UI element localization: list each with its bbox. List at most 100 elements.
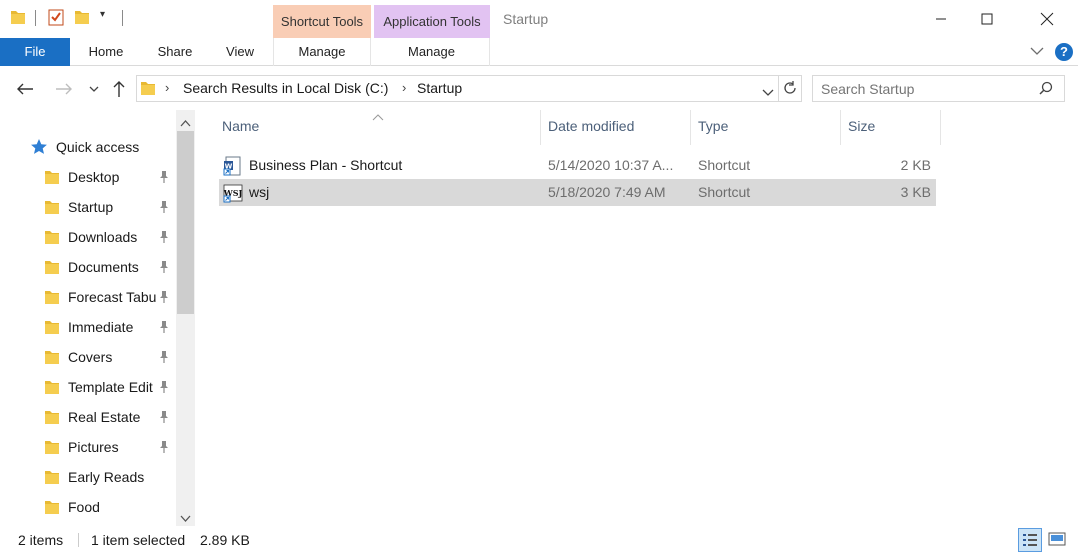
minimize-button[interactable] <box>918 0 964 38</box>
column-header-type[interactable]: Type <box>698 118 728 134</box>
breadcrumb-startup[interactable]: Startup <box>417 80 462 96</box>
tab-home[interactable]: Home <box>84 38 128 66</box>
pin-icon[interactable] <box>158 170 170 184</box>
nav-item[interactable]: Covers <box>30 342 176 372</box>
up-arrow-icon <box>112 80 126 98</box>
pin-icon[interactable] <box>158 410 170 424</box>
details-view-button[interactable] <box>1018 528 1042 552</box>
status-item-count: 2 items <box>18 532 63 548</box>
shortcut-tools-context: Shortcut Tools <box>273 5 371 38</box>
nav-item[interactable]: Startup <box>30 192 176 222</box>
column-header-date[interactable]: Date modified <box>548 118 634 134</box>
close-button[interactable] <box>1024 0 1070 38</box>
search-input[interactable] <box>821 80 1031 98</box>
nav-item-label: Downloads <box>68 229 158 245</box>
nav-item[interactable]: Downloads <box>30 222 176 252</box>
pin-icon[interactable] <box>158 350 170 364</box>
large-icons-view-button[interactable] <box>1046 528 1070 552</box>
tab-manage-application[interactable]: Manage <box>374 38 490 66</box>
file-name: wsj <box>249 184 269 200</box>
pin-icon[interactable] <box>158 320 170 334</box>
nav-item[interactable]: Pictures <box>30 432 176 462</box>
star-icon <box>30 138 48 156</box>
breadcrumb-separator-icon[interactable]: › <box>402 80 406 95</box>
forward-button[interactable] <box>52 78 76 100</box>
nav-item[interactable]: Forecast Tabu <box>30 282 176 312</box>
scroll-down-button[interactable] <box>180 510 191 526</box>
pin-icon[interactable] <box>158 440 170 454</box>
search-box[interactable] <box>812 75 1065 102</box>
folder-icon <box>44 379 60 395</box>
file-date: 5/18/2020 7:49 AM <box>548 184 666 200</box>
nav-item[interactable]: Food <box>30 492 176 522</box>
nav-item[interactable]: Early Reads <box>30 462 176 492</box>
nav-item[interactable]: Real Estate <box>30 402 176 432</box>
sort-ascending-icon <box>372 108 384 124</box>
column-header-name[interactable]: Name <box>222 118 259 134</box>
column-header-size[interactable]: Size <box>848 118 875 134</box>
nav-item[interactable]: Template Edit <box>30 372 176 402</box>
column-divider[interactable] <box>840 110 841 145</box>
folder-icon <box>44 409 60 425</box>
tab-manage-shortcut[interactable]: Manage <box>273 38 371 66</box>
folder-icon <box>44 229 60 245</box>
nav-item-label: Startup <box>68 199 158 215</box>
folder-icon <box>44 169 60 185</box>
maximize-button[interactable] <box>964 0 1010 38</box>
expand-ribbon-icon[interactable] <box>1030 45 1044 59</box>
breadcrumb-search-results[interactable]: Search Results in Local Disk (C:) <box>183 80 388 96</box>
status-selection: 1 item selected <box>91 532 185 548</box>
details-view-icon <box>1019 529 1041 551</box>
tab-share[interactable]: Share <box>153 38 197 66</box>
chevron-up-icon <box>180 119 191 127</box>
nav-item[interactable]: Desktop <box>30 162 176 192</box>
new-folder-icon[interactable] <box>74 8 90 26</box>
recent-locations-button[interactable] <box>82 78 106 100</box>
properties-icon[interactable] <box>48 8 64 26</box>
file-date: 5/14/2020 10:37 A... <box>548 157 673 173</box>
nav-item-label: Template Edit <box>68 379 158 395</box>
file-row[interactable]: W Business Plan - Shortcut 5/14/2020 10:… <box>219 152 936 179</box>
nav-item-label: Early Reads <box>68 469 158 485</box>
back-arrow-icon <box>16 82 34 96</box>
minimize-icon <box>935 13 947 25</box>
customize-qat-icon[interactable]: ▾ <box>100 9 105 20</box>
nav-item[interactable]: Documents <box>30 252 176 282</box>
column-divider[interactable] <box>940 110 941 145</box>
up-button[interactable] <box>107 78 131 100</box>
nav-item[interactable]: Immediate <box>30 312 176 342</box>
file-size: 2 KB <box>901 157 931 173</box>
tab-view[interactable]: View <box>220 38 260 66</box>
application-tools-context: Application Tools <box>374 5 490 38</box>
file-type: Shortcut <box>698 157 750 173</box>
file-row[interactable]: WSJ wsj 5/18/2020 7:49 AM Shortcut 3 KB <box>219 179 936 206</box>
word-shortcut-icon: W <box>223 156 243 176</box>
pin-icon[interactable] <box>158 290 170 304</box>
folder-icon <box>44 259 60 275</box>
tab-manage-label: Manage <box>274 38 370 66</box>
file-name: Business Plan - Shortcut <box>249 157 402 173</box>
column-divider[interactable] <box>540 110 541 145</box>
pin-icon[interactable] <box>158 380 170 394</box>
refresh-button[interactable] <box>782 80 798 99</box>
nav-quick-access[interactable]: Quick access <box>30 132 139 162</box>
nav-item-label: Pictures <box>68 439 158 455</box>
help-icon[interactable]: ? <box>1055 43 1073 61</box>
pin-icon[interactable] <box>158 260 170 274</box>
column-divider[interactable] <box>690 110 691 145</box>
pin-icon[interactable] <box>158 200 170 214</box>
back-button[interactable] <box>13 78 37 100</box>
folder-icon <box>140 80 156 96</box>
address-dropdown-button[interactable] <box>762 84 774 100</box>
folder-icon <box>44 319 60 335</box>
folder-icon <box>44 499 60 515</box>
nav-scrollbar-thumb[interactable] <box>177 131 194 314</box>
file-type: Shortcut <box>698 184 750 200</box>
breadcrumb-separator-icon[interactable]: › <box>165 80 169 95</box>
scroll-up-button[interactable] <box>180 114 191 130</box>
tab-file[interactable]: File <box>0 38 70 66</box>
nav-item-label: Covers <box>68 349 158 365</box>
pin-icon[interactable] <box>158 230 170 244</box>
search-icon[interactable] <box>1039 81 1053 95</box>
nav-item-label: Desktop <box>68 169 158 185</box>
